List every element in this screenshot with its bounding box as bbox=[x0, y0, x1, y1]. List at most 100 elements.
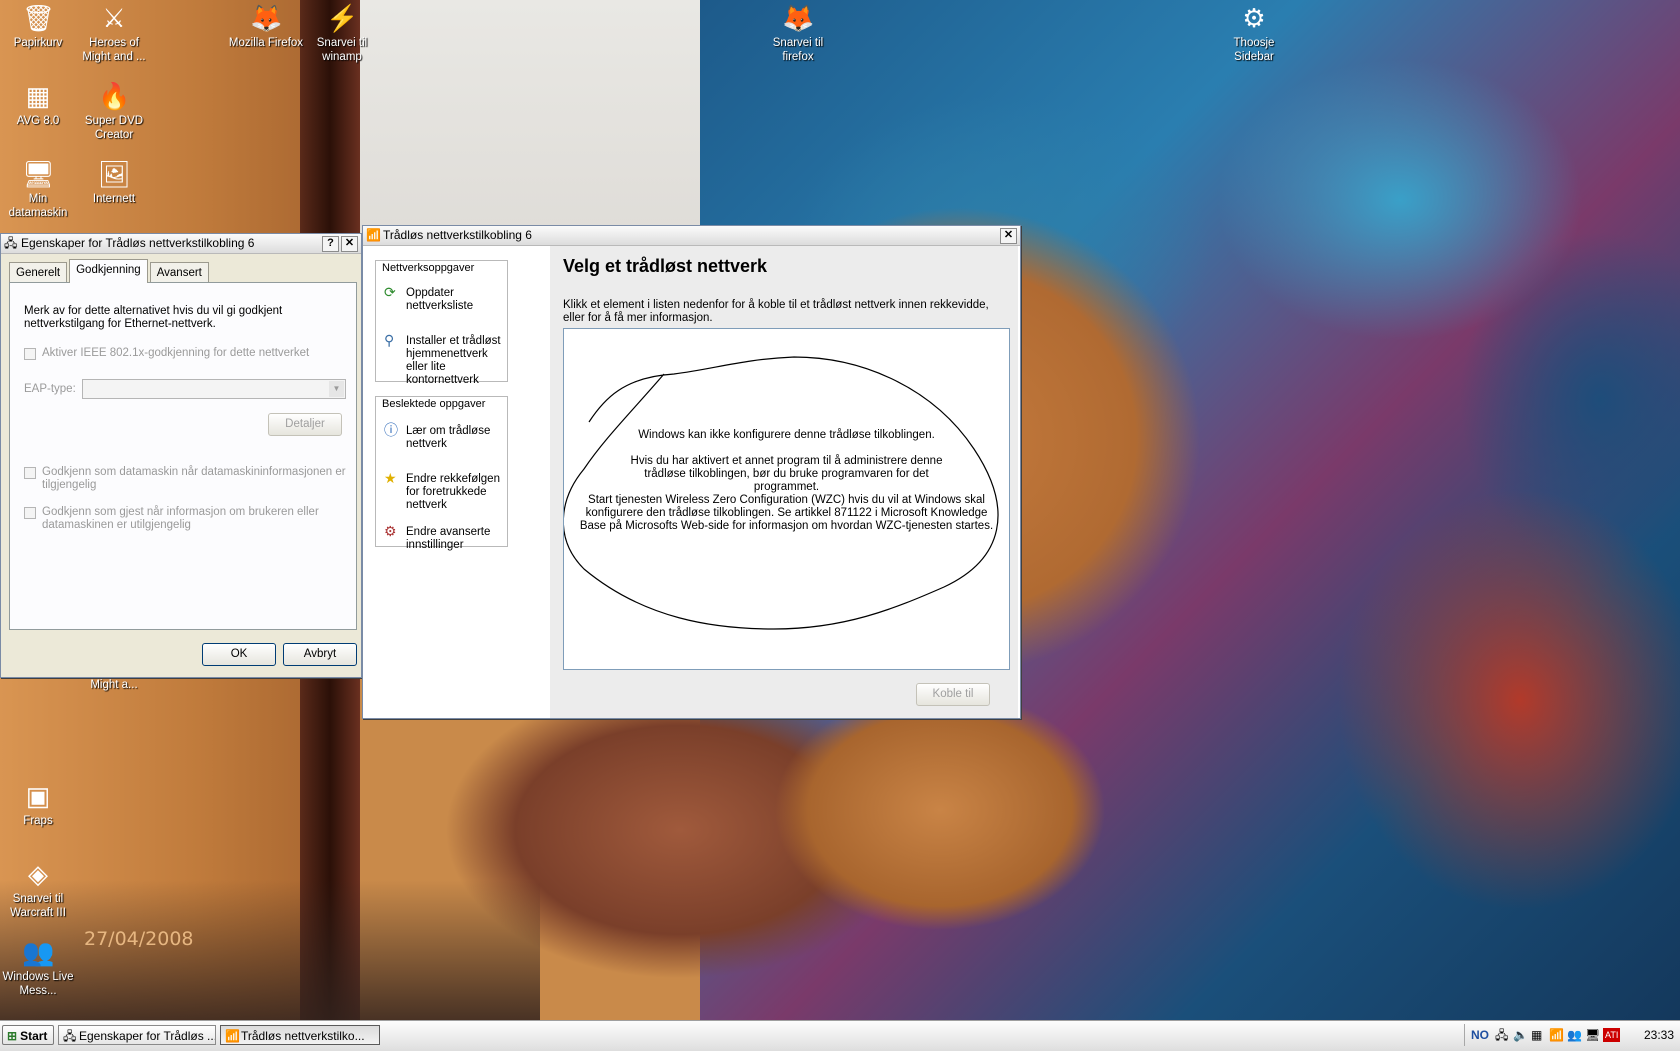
task-refresh-network-list[interactable]: ⟳ Oppdater nettverksliste bbox=[376, 284, 507, 313]
taskbar-item-label: Egenskaper for Trådløs ... bbox=[79, 1029, 216, 1043]
desktop-icon-warcraft[interactable]: ◈ Snarvei til Warcraft III bbox=[0, 858, 76, 920]
ieee-checkbox-label: Aktiver IEEE 802.1x-godkjenning for dett… bbox=[42, 347, 310, 359]
ok-button[interactable]: OK bbox=[202, 643, 276, 666]
avg-tray-icon[interactable]: ▦ bbox=[1531, 1024, 1542, 1046]
desktop-icon-label: Super DVD Creator bbox=[84, 115, 144, 141]
system-tray: NO 🖧 🔈 ▦ 📶 👥 🖥 ATI 23:33 bbox=[1464, 1024, 1680, 1046]
desktop-icon-label: Snarvei til firefox bbox=[772, 37, 824, 63]
eap-type-select[interactable]: ▼ bbox=[82, 379, 346, 399]
related-tasks-header: Beslektede oppgaver bbox=[376, 397, 507, 411]
messenger-tray-icon[interactable]: 👥 bbox=[1567, 1024, 1582, 1046]
ieee-checkbox[interactable]: Aktiver IEEE 802.1x-godkjenning for dett… bbox=[24, 347, 362, 360]
wireless-title: Trådløs nettverkstilkobling 6 bbox=[383, 228, 532, 242]
dvd-icon: 🔥 bbox=[98, 81, 131, 111]
desktop-icon-super-dvd[interactable]: 🔥 Super DVD Creator bbox=[76, 80, 152, 142]
desktop-icon-winamp[interactable]: ⚡ Snarvei til winamp bbox=[304, 2, 380, 64]
desktop-icon-thoosje[interactable]: ⚙ Thoosje Sidebar bbox=[1216, 2, 1292, 64]
my-computer-icon: 🖥 bbox=[22, 159, 56, 189]
settings-icon: ⚙ bbox=[384, 523, 397, 539]
checkbox-box[interactable] bbox=[24, 507, 36, 519]
wzc-message-3: Start tjenesten Wireless Zero Configurat… bbox=[579, 494, 994, 532]
clock: 23:33 bbox=[1643, 1028, 1674, 1042]
windows-logo-icon: ⊞ bbox=[7, 1029, 18, 1043]
desktop-icon-firefox-shortcut[interactable]: 🦊 Snarvei til firefox bbox=[760, 2, 836, 64]
tab-advanced[interactable]: Avansert bbox=[149, 262, 209, 283]
network-list[interactable]: Windows kan ikke konfigurere denne trådl… bbox=[563, 328, 1010, 670]
close-button[interactable]: ✕ bbox=[341, 236, 358, 252]
taskbar-item-properties[interactable]: 🖧 Egenskaper for Trådløs ... bbox=[58, 1025, 216, 1045]
properties-titlebar[interactable]: 🖧 Egenskaper for Trådløs nettverkstilkob… bbox=[1, 234, 361, 254]
desktop-icon-messenger[interactable]: 👥 Windows Live Mess... bbox=[0, 936, 76, 998]
firefox-icon: 🦊 bbox=[250, 3, 283, 33]
desktop-icon-firefox[interactable]: 🦊 Mozilla Firefox bbox=[228, 2, 304, 50]
star-icon: ★ bbox=[384, 470, 397, 486]
chevron-down-icon[interactable]: ▼ bbox=[329, 381, 344, 397]
desktop-icon-label: Might a... bbox=[90, 679, 138, 691]
desktop-icon-my-computer[interactable]: 🖥 Min datamaskin bbox=[0, 158, 76, 220]
cancel-button[interactable]: Avbryt bbox=[283, 643, 357, 666]
task-setup-wireless-network[interactable]: ⚲ Installer et trådløst hjemmenettverk e… bbox=[376, 332, 507, 387]
taskbar-item-wireless[interactable]: 📶 Trådløs nettverkstilko... bbox=[220, 1025, 380, 1045]
volume-tray-icon[interactable]: 🔈 bbox=[1513, 1024, 1528, 1046]
task-learn-wireless[interactable]: ⓘ Lær om trådløse nettverk bbox=[376, 423, 507, 451]
task-change-preferred-order[interactable]: ★ Endre rekkefølgen for foretrukkede net… bbox=[376, 470, 507, 512]
desktop-icon-fraps[interactable]: ▣ Fraps bbox=[0, 780, 76, 828]
network-tray-icon[interactable]: 🖧 bbox=[1495, 1024, 1508, 1046]
photo-date-stamp: 27/04/2008 bbox=[84, 928, 194, 950]
checkbox-box[interactable] bbox=[24, 467, 36, 479]
start-label: Start bbox=[20, 1029, 48, 1043]
details-button[interactable]: Detaljer bbox=[268, 413, 342, 436]
checkbox-box[interactable] bbox=[24, 348, 36, 360]
authentication-description: Merk av for dette alternativet hvis du v… bbox=[24, 305, 283, 330]
wireless-tray-icon[interactable]: 📶 bbox=[1549, 1024, 1564, 1046]
wireless-icon: 📶 bbox=[225, 1029, 240, 1043]
tab-authentication[interactable]: Godkjenning bbox=[69, 259, 148, 283]
help-button[interactable]: ? bbox=[322, 236, 339, 252]
tab-general[interactable]: Generelt bbox=[9, 262, 68, 283]
desktop-icon-avg[interactable]: ▦ AVG 8.0 bbox=[0, 80, 76, 128]
taskbar-item-label: Trådløs nettverkstilko... bbox=[241, 1029, 365, 1043]
guest-auth-checkbox[interactable]: Godkjenn som gjest når informasjon om br… bbox=[24, 506, 362, 532]
eap-type-label: EAP-type: bbox=[24, 383, 76, 395]
desktop-icon-label: Fraps bbox=[23, 815, 53, 827]
computer-auth-checkbox[interactable]: Godkjenn som datamaskin når datamaskinin… bbox=[24, 466, 362, 492]
close-button[interactable]: ✕ bbox=[1000, 228, 1017, 244]
warcraft-icon: ◈ bbox=[28, 859, 48, 889]
start-button[interactable]: ⊞ Start bbox=[2, 1025, 54, 1045]
firefox-shortcut-icon: 🦊 bbox=[782, 3, 815, 33]
recycle-bin-icon: 🗑 bbox=[22, 3, 56, 33]
task-label: Endre rekkefølgen for foretrukkede nettv… bbox=[406, 473, 500, 511]
network-tasks-header: Nettverksoppgaver bbox=[376, 261, 507, 275]
properties-title: Egenskaper for Trådløs nettverkstilkobli… bbox=[21, 236, 255, 250]
network-adapter-icon: 🖧 bbox=[4, 236, 18, 250]
desktop-icon-label: Mozilla Firefox bbox=[228, 37, 304, 49]
task-label: Lær om trådløse nettverk bbox=[406, 425, 491, 450]
desktop-icon-heroes[interactable]: ⚔ Heroes of Might and ... bbox=[76, 2, 152, 64]
wireless-setup-icon: ⚲ bbox=[384, 332, 395, 348]
desktop-icon-label: Snarvei til Warcraft III bbox=[10, 893, 66, 919]
language-indicator[interactable]: NO bbox=[1471, 1024, 1489, 1046]
refresh-icon: ⟳ bbox=[384, 284, 396, 300]
game-icon: ⚔ bbox=[102, 3, 126, 33]
task-label: Endre avanserte innstillinger bbox=[406, 526, 491, 551]
network-tasks-box: Nettverksoppgaver ⟳ Oppdater nettverksli… bbox=[375, 260, 508, 386]
connect-button[interactable]: Koble til bbox=[916, 683, 990, 706]
wireless-titlebar[interactable]: 📶 Trådløs nettverkstilkobling 6 ✕ bbox=[363, 226, 1020, 246]
ati-tray-icon[interactable]: ATI bbox=[1603, 1028, 1621, 1042]
desktop-icon-label: Internett bbox=[92, 193, 136, 205]
monitor-tray-icon[interactable]: 🖥 bbox=[1585, 1024, 1600, 1046]
desktop-icon-label: Heroes of Might and ... bbox=[82, 37, 146, 63]
desktop-icon-label: AVG 8.0 bbox=[16, 115, 60, 127]
wireless-connection-window: 📶 Trådløs nettverkstilkobling 6 ✕ Nettve… bbox=[362, 225, 1021, 719]
wallpaper-shadow bbox=[0, 880, 540, 1020]
winamp-icon: ⚡ bbox=[326, 3, 359, 33]
desktop-icon-recycle-bin[interactable]: 🗑 Papirkurv bbox=[0, 2, 76, 50]
desktop-icon-internett[interactable]: 🖼 Internett bbox=[76, 158, 152, 206]
desktop-icon-might[interactable]: Might a... bbox=[76, 678, 152, 692]
properties-tabs: Generelt Godkjenning Avansert bbox=[9, 259, 211, 283]
instructions-text: Klikk et element i listen nedenfor for å… bbox=[563, 299, 989, 324]
network-list-pane: Velg et trådløst nettverk Klikk et eleme… bbox=[550, 246, 1018, 718]
task-label: Oppdater nettverksliste bbox=[406, 287, 474, 312]
desktop-icon-label: Windows Live Mess... bbox=[2, 971, 74, 997]
task-advanced-settings[interactable]: ⚙ Endre avanserte innstillinger bbox=[376, 523, 507, 552]
